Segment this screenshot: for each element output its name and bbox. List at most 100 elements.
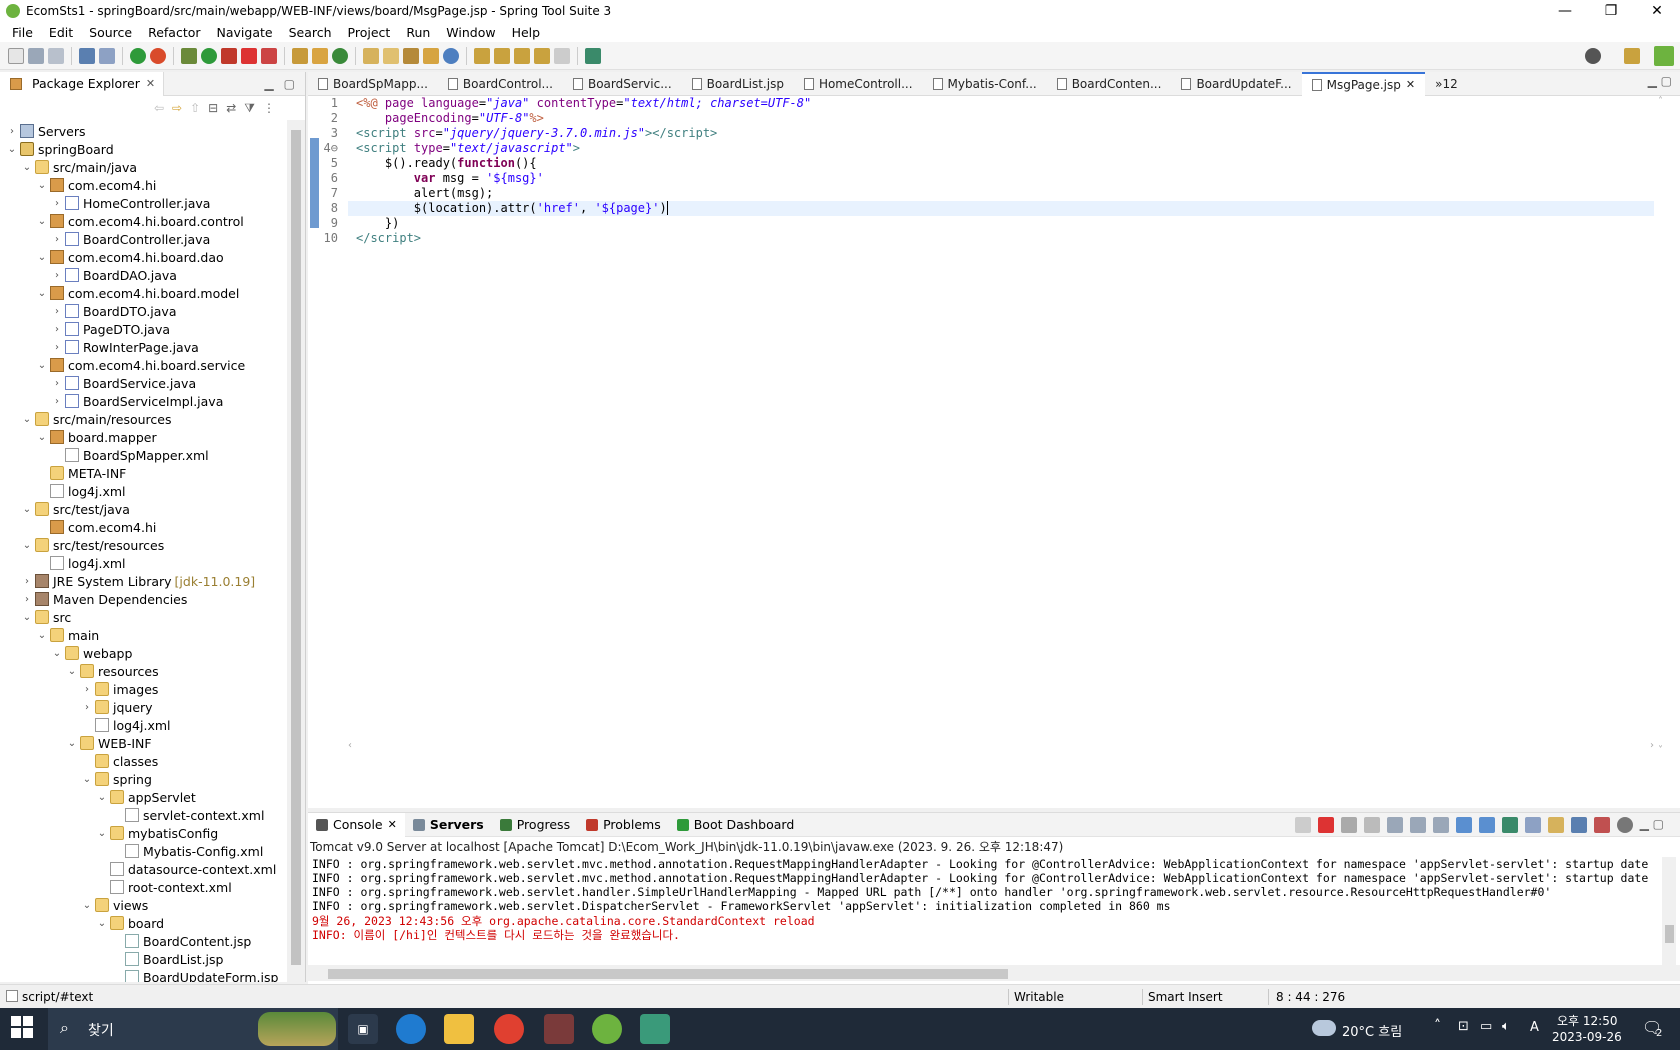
windows-start-icon[interactable] xyxy=(10,1015,38,1043)
chevron-right-icon[interactable]: › xyxy=(51,378,63,389)
chevron-down-icon[interactable]: ⌄ xyxy=(96,918,108,929)
tree-item[interactable]: › JRE System Library [jdk-11.0.19] xyxy=(21,572,255,590)
tree-item[interactable]: BoardList.jsp xyxy=(111,950,223,968)
tree-item[interactable]: › HomeController.java xyxy=(51,194,210,212)
editor-minimize-icon[interactable]: ▁ ▢ xyxy=(1648,74,1672,88)
tree-item[interactable]: BoardUpdateForm.jsp xyxy=(111,968,278,982)
filter-icon[interactable]: ⧩ xyxy=(244,101,255,116)
open-perspective-icon[interactable] xyxy=(585,47,601,64)
network-icon[interactable]: ⊡ xyxy=(1458,1019,1469,1034)
minimize-button[interactable]: — xyxy=(1542,0,1588,22)
show-console-stdout-icon[interactable] xyxy=(1455,817,1472,833)
tree-item[interactable]: › BoardDTO.java xyxy=(51,302,177,320)
menu-refactor[interactable]: Refactor xyxy=(140,25,208,40)
media-app-icon[interactable] xyxy=(640,1014,670,1044)
tree-item[interactable]: com.ecom4.hi xyxy=(36,518,156,536)
open-console-icon[interactable] xyxy=(1501,817,1518,833)
chevron-down-icon[interactable]: ⌄ xyxy=(21,504,33,515)
tree-item[interactable]: ⌄ main xyxy=(36,626,99,644)
tree-item[interactable]: ⌄ com.ecom4.hi.board.control xyxy=(36,212,244,230)
tree-item[interactable]: ⌄ webapp xyxy=(51,644,133,662)
open-type-icon[interactable] xyxy=(363,47,379,64)
restart-icon[interactable] xyxy=(150,47,166,64)
ime-indicator[interactable]: A xyxy=(1530,1020,1539,1035)
collapse-all-icon[interactable]: ⊟ xyxy=(208,101,218,115)
editor-tab[interactable]: Mybatis-Conf... xyxy=(923,72,1047,96)
back-icon[interactable] xyxy=(534,47,550,64)
save-all-icon[interactable] xyxy=(48,47,64,64)
menu-help[interactable]: Help xyxy=(504,25,549,40)
new-package-icon[interactable] xyxy=(312,47,328,64)
tree-item[interactable]: ⌄ appServlet xyxy=(96,788,196,806)
perspective-spring-icon[interactable] xyxy=(1654,46,1674,66)
console-tab[interactable]: Progress xyxy=(492,813,578,837)
display-icon[interactable]: ▭ xyxy=(1480,1019,1492,1034)
menu-source[interactable]: Source xyxy=(81,25,140,40)
spring-tool-suite-taskbar-icon[interactable] xyxy=(592,1014,622,1044)
tree-item[interactable]: › BoardController.java xyxy=(51,230,210,248)
console-vertical-scrollbar[interactable] xyxy=(1662,857,1676,965)
chevron-down-icon[interactable]: ⌄ xyxy=(81,774,93,785)
tree-item[interactable]: › images xyxy=(81,680,158,698)
tree-item[interactable]: BoardSpMapper.xml xyxy=(51,446,209,464)
chevron-up-icon[interactable]: ˄ xyxy=(1434,1018,1441,1034)
tree-item[interactable]: META-INF xyxy=(36,464,126,482)
menu-run[interactable]: Run xyxy=(398,25,438,40)
task-view-icon[interactable]: ▣ xyxy=(348,1014,378,1044)
tree-item[interactable]: ⌄ mybatisConfig xyxy=(96,824,218,842)
word-wrap-icon[interactable] xyxy=(1432,817,1449,833)
tree-item[interactable]: ⌄ board xyxy=(96,914,164,932)
chevron-down-icon[interactable]: ⌄ xyxy=(66,738,78,749)
tree-item[interactable]: › BoardService.java xyxy=(51,374,196,392)
new-icon[interactable] xyxy=(8,47,24,64)
chevron-right-icon[interactable]: › xyxy=(51,342,63,353)
debug-icon[interactable] xyxy=(181,47,197,64)
tree-item[interactable]: ⌄ src/main/java xyxy=(21,158,137,176)
console-minimize-icon[interactable]: ▁ ▢ xyxy=(1640,817,1664,833)
editor-tab[interactable]: HomeControll... xyxy=(794,72,923,96)
tree-item[interactable]: ⌄ com.ecom4.hi xyxy=(36,176,157,194)
chevron-down-icon[interactable]: ⌄ xyxy=(21,414,33,425)
explorer-scrollbar[interactable] xyxy=(287,120,305,982)
tree-item[interactable]: › RowInterPage.java xyxy=(51,338,199,356)
tree-item[interactable]: ⌄ src/main/resources xyxy=(21,410,172,428)
tree-item[interactable]: ⌄ board.mapper xyxy=(36,428,157,446)
weather-text[interactable]: 20°C 흐림 xyxy=(1342,1021,1402,1040)
next-annotation-icon[interactable] xyxy=(474,47,490,64)
tree-item[interactable]: › PageDTO.java xyxy=(51,320,170,338)
chevron-down-icon[interactable]: ⌄ xyxy=(51,648,63,659)
chevron-right-icon[interactable]: › xyxy=(81,702,93,713)
chevron-right-icon[interactable]: › xyxy=(21,594,33,605)
tree-item[interactable]: log4j.xml xyxy=(36,554,126,572)
stop-icon[interactable] xyxy=(241,47,257,64)
chevron-down-icon[interactable]: ⌄ xyxy=(36,432,48,443)
editor-tab[interactable]: BoardUpdateF... xyxy=(1171,72,1301,96)
tree-item[interactable]: › jquery xyxy=(81,698,153,716)
chevron-right-icon[interactable]: › xyxy=(51,198,63,209)
menu-project[interactable]: Project xyxy=(340,25,399,40)
last-edit-icon[interactable] xyxy=(514,47,530,64)
back-arrow-icon[interactable]: ⇦ xyxy=(154,101,164,115)
tree-item[interactable]: ⌄ com.ecom4.hi.board.service xyxy=(36,356,245,374)
tree-item[interactable]: classes xyxy=(81,752,158,770)
start-server-icon[interactable] xyxy=(130,47,146,64)
chrome-browser-icon[interactable] xyxy=(494,1014,524,1044)
edge-browser-icon[interactable] xyxy=(396,1014,426,1044)
remove-launch-icon[interactable] xyxy=(1340,817,1357,833)
tree-item[interactable]: ⌄ WEB-INF xyxy=(66,734,152,752)
chevron-down-icon[interactable]: ⌄ xyxy=(36,180,48,191)
chevron-down-icon[interactable]: ⌄ xyxy=(81,900,93,911)
console-icon[interactable] xyxy=(79,47,95,64)
file-explorer-icon[interactable] xyxy=(444,1014,474,1044)
new-console-icon[interactable] xyxy=(1547,817,1564,833)
editor-tab[interactable]: BoardList.jsp xyxy=(682,72,794,96)
tree-item[interactable]: datasource-context.xml xyxy=(96,860,276,878)
tab-overflow-button[interactable]: »12 xyxy=(1425,72,1468,96)
editor-tab[interactable]: BoardSpMapp... xyxy=(308,72,438,96)
skip-breakpoints-icon[interactable] xyxy=(99,47,115,64)
maximize-button[interactable]: ❐ xyxy=(1588,0,1634,22)
open-task-icon[interactable] xyxy=(383,47,399,64)
clock-date[interactable]: 2023-09-26 xyxy=(1552,1030,1622,1044)
chevron-right-icon[interactable]: › xyxy=(51,396,63,407)
menu-search[interactable]: Search xyxy=(281,25,340,40)
